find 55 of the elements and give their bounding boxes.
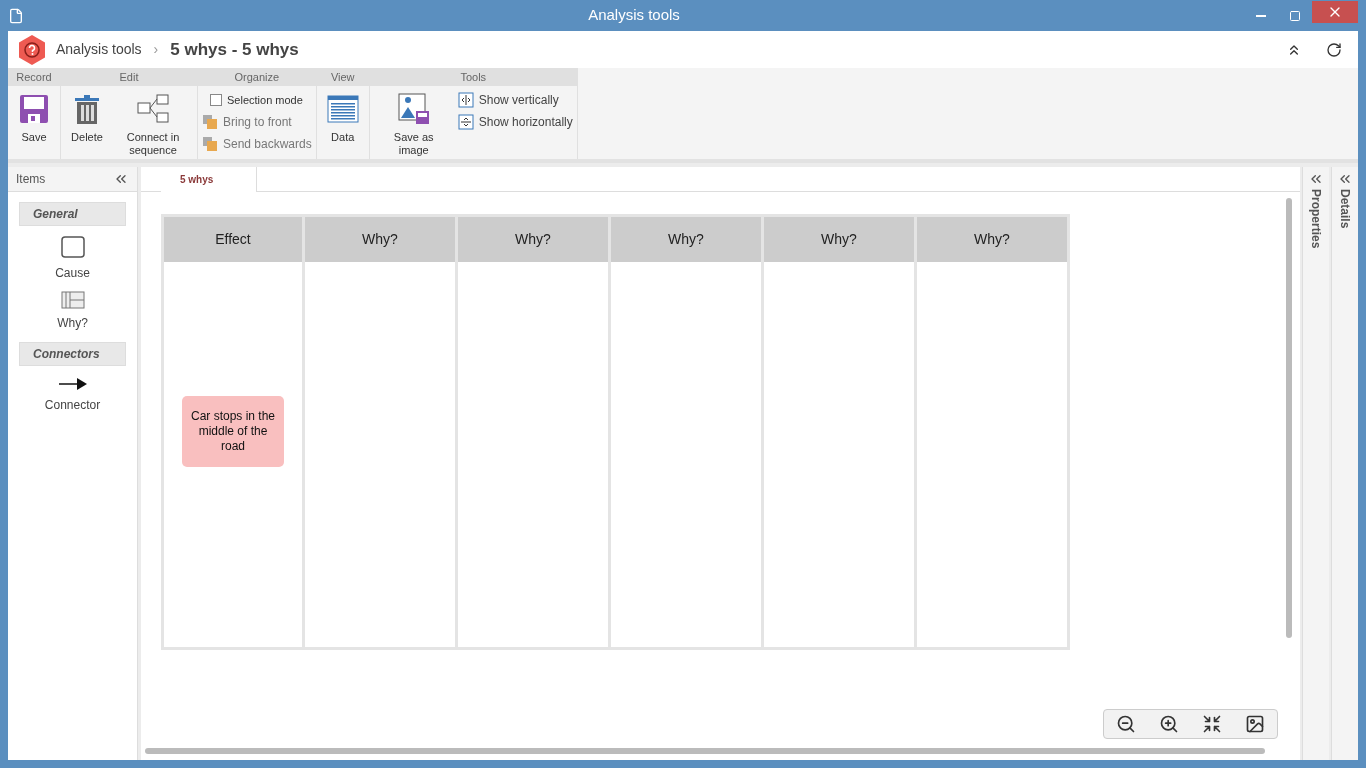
image-save-icon <box>397 93 430 125</box>
arrow-icon <box>58 376 87 392</box>
fit-icon[interactable] <box>1202 714 1222 734</box>
document-icon <box>8 7 24 24</box>
column-header: Why? <box>917 217 1067 262</box>
picture-icon[interactable] <box>1245 714 1265 734</box>
breadcrumb-separator: › <box>152 40 160 59</box>
table-grid-icon <box>60 290 85 310</box>
ribbon-button[interactable]: Save <box>12 90 56 144</box>
ribbon-group-title: Edit <box>61 68 197 86</box>
palette-item[interactable]: Why? <box>57 290 88 332</box>
group-header: General <box>19 202 126 226</box>
breadcrumb-link[interactable]: Analysis tools <box>56 39 142 60</box>
panel-title: Details <box>1337 189 1353 229</box>
zoom-in-icon[interactable] <box>1159 714 1179 734</box>
ribbon-group-title: Record <box>8 68 60 86</box>
panel-title: Items <box>16 171 46 188</box>
page-title: 5 whys - 5 whys <box>170 38 299 61</box>
ribbon-button[interactable]: Delete <box>65 90 109 157</box>
ribbon-button[interactable]: Save as image <box>373 90 454 157</box>
group-header: Connectors <box>19 342 126 366</box>
column-header: Effect <box>164 217 302 262</box>
ribbon-group-title: Organize <box>198 68 316 86</box>
horizontal-scrollbar[interactable] <box>145 748 1265 754</box>
layers-icon <box>202 114 218 130</box>
cause-note[interactable]: Car stops in the middle of the road <box>182 396 284 467</box>
minimize-icon <box>1256 14 1266 17</box>
ribbon-group-title: View <box>316 68 369 86</box>
window-title: Analysis tools <box>587 5 681 26</box>
ribbon-group-title: Tools <box>369 68 577 86</box>
selection-mode-checkbox[interactable]: Selection mode <box>202 91 312 109</box>
layers-icon <box>202 136 218 152</box>
palette-item[interactable]: Cause <box>55 236 90 282</box>
column-header: Why? <box>458 217 608 262</box>
ribbon-small-button[interactable]: Show horizontally <box>457 113 573 131</box>
rounded-square-icon <box>60 236 85 260</box>
split-vertical-icon <box>457 92 474 108</box>
linked-tables-icon <box>137 93 169 125</box>
refresh-icon[interactable] <box>1326 41 1342 58</box>
palette-item[interactable]: Connector <box>44 376 101 414</box>
maximize-icon <box>1289 9 1301 22</box>
column-header: Why? <box>764 217 914 262</box>
collapsed-side-panel[interactable]: Properties <box>1302 167 1329 760</box>
panel-title: Properties <box>1308 189 1324 249</box>
vertical-scrollbar[interactable] <box>1286 198 1292 638</box>
ribbon-button[interactable]: Data <box>320 90 365 144</box>
ribbon-button[interactable]: Connect in sequence <box>113 90 193 157</box>
collapsed-side-panel[interactable]: Details <box>1331 167 1358 760</box>
column-header: Why? <box>611 217 761 262</box>
zoom-out-icon[interactable] <box>1116 714 1136 734</box>
split-horizontal-icon <box>457 114 474 130</box>
column-header: Why? <box>305 217 455 262</box>
data-sheet-icon <box>326 93 359 125</box>
ribbon-small-button[interactable]: Show vertically <box>457 91 573 109</box>
document-tab[interactable]: 5 whys <box>161 167 257 192</box>
